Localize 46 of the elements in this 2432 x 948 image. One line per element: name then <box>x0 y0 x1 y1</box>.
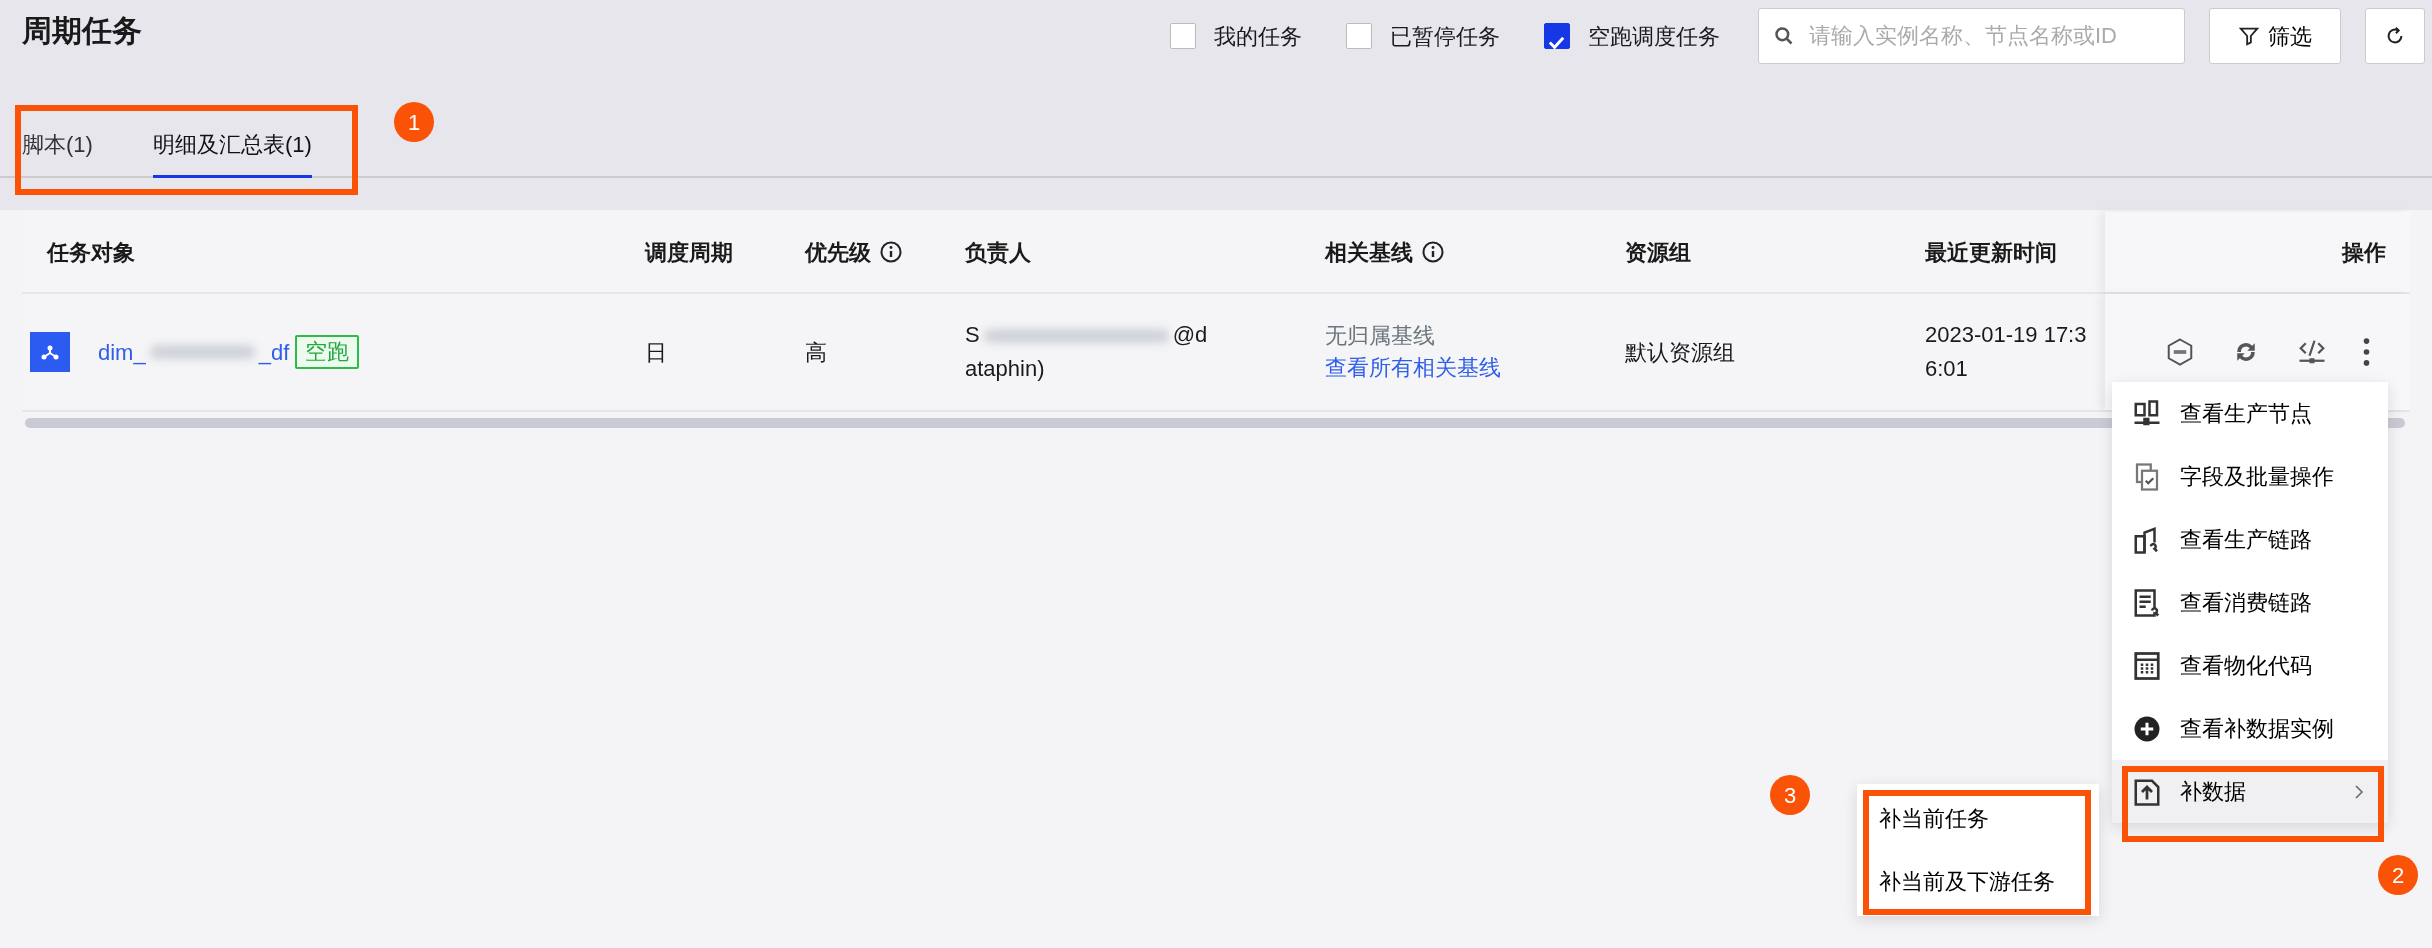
menu-item[interactable]: 查看消费链路 <box>2112 571 2388 634</box>
checkbox-label: 空跑调度任务 <box>1588 22 1720 51</box>
search-field[interactable]: 请输入实例名称、节点名称或ID <box>1758 8 2185 64</box>
checkbox-label: 已暂停任务 <box>1390 22 1500 51</box>
column-header: 资源组 <box>1625 238 1691 267</box>
calculator-icon <box>2132 650 2162 681</box>
menu-item[interactable]: 查看生产节点 <box>2112 382 2388 445</box>
column-header: 负责人 <box>965 238 1031 267</box>
menu-item[interactable]: 查看补数据实例 <box>2112 697 2388 760</box>
menu-item[interactable]: 查看物化代码 <box>2112 634 2388 697</box>
checkbox[interactable] <box>1346 23 1372 49</box>
refresh-button[interactable] <box>2365 8 2425 64</box>
checkbox[interactable] <box>1170 23 1196 49</box>
info-icon <box>879 240 903 264</box>
info-icon <box>1421 240 1445 264</box>
filter-button[interactable]: 筛选 <box>2209 8 2341 64</box>
column-header: 任务对象 <box>47 238 135 267</box>
table-cell: 默认资源组 <box>1625 339 1735 365</box>
page-title: 周期任务 <box>22 13 142 49</box>
checkbox[interactable] <box>1544 23 1570 49</box>
search-icon <box>1774 26 1794 46</box>
column-header: 相关基线 <box>1325 238 1413 267</box>
tab[interactable]: 明细及汇总表(1) <box>152 122 312 178</box>
column-header: 操作 <box>2342 238 2386 267</box>
document-link-icon <box>2132 587 2162 618</box>
column-header: 优先级 <box>805 238 871 267</box>
menu-item[interactable]: 字段及批量操作 <box>2112 445 2388 508</box>
checkbox-label: 我的任务 <box>1214 22 1302 51</box>
callout-number: 3 <box>1770 775 1810 815</box>
tab[interactable]: 脚本(1) <box>22 122 93 178</box>
more-icon <box>2363 338 2370 366</box>
owner-text: S @dataphin) <box>965 321 1209 383</box>
task-name-link[interactable]: dim_ _df <box>98 335 290 369</box>
status-tag: 空跑 <box>295 335 360 369</box>
column-header: 最近更新时间 <box>1925 238 2057 267</box>
baseline-link[interactable]: 查看所有相关基线 <box>1325 352 1501 384</box>
table-cell: 高 <box>805 339 827 365</box>
baseline-text: 无归属基线 <box>1325 322 1436 350</box>
table-cell: 日 <box>645 339 667 365</box>
table-cell-text: 2023-01-19 17:36:01 <box>1925 321 2088 383</box>
task-file-icon <box>30 332 70 372</box>
menu-item[interactable]: 查看生产链路 <box>2112 508 2388 571</box>
column-header: 调度周期 <box>645 238 733 267</box>
callout-number: 2 <box>2378 855 2418 895</box>
more-button[interactable] <box>2363 338 2370 366</box>
filter-icon <box>2238 25 2260 47</box>
